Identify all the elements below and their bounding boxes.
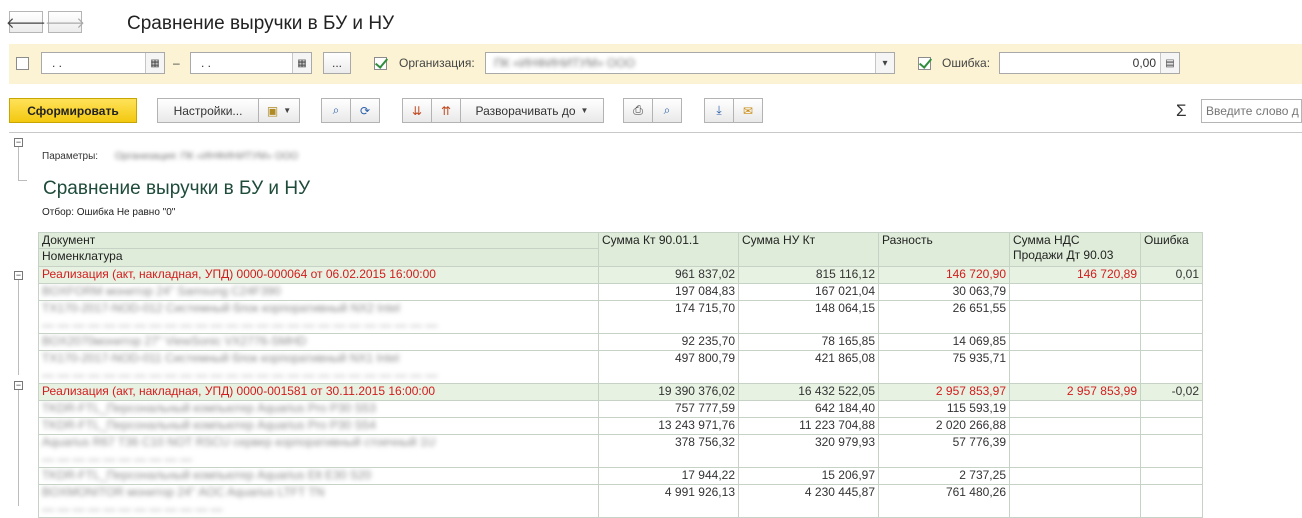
- group-document[interactable]: Реализация (акт, накладная, УПД) 0000-00…: [38, 383, 599, 401]
- preview-button[interactable]: ⌕: [652, 98, 682, 123]
- error-checkbox[interactable]: [918, 57, 931, 70]
- error-input[interactable]: 0,00 ▤: [999, 52, 1180, 74]
- report-selection: Отбор: Ошибка Не равно "0": [42, 207, 176, 218]
- chevron-down-icon: ▼: [283, 106, 292, 115]
- table-row[interactable]: TX170-2017-NOD-012 Системный блок корпор…: [38, 300, 1203, 334]
- period-to-input[interactable]: . . ▦: [190, 52, 312, 74]
- back-button[interactable]: 🡐: [5, 11, 47, 33]
- save-button[interactable]: ⤓: [704, 98, 734, 123]
- expand-to-button[interactable]: Разворачивать до ▼: [460, 98, 604, 123]
- period-select-button[interactable]: ...: [323, 52, 351, 74]
- organization-checkbox[interactable]: [374, 57, 387, 70]
- print-preview-icon: ⌕: [663, 103, 671, 117]
- forward-button[interactable]: 🡒: [44, 11, 86, 33]
- group-row[interactable]: Реализация (акт, накладная, УПД) 0000-00…: [38, 383, 1203, 401]
- search-input[interactable]: [1201, 99, 1302, 123]
- params-line: Параметры: Организация: ПК «ИНФИНИТУМ» О…: [42, 151, 299, 162]
- col-header-nu: Сумма НУ Кт: [738, 232, 879, 267]
- dropdown-icon[interactable]: ▾: [875, 53, 894, 73]
- collapse-icon: ⇊: [411, 103, 423, 118]
- download-icon: ⤓: [716, 103, 722, 117]
- group-toggle-icon[interactable]: −: [14, 381, 23, 390]
- period-checkbox[interactable]: [16, 57, 29, 70]
- settings-button[interactable]: Настройки...: [157, 98, 259, 123]
- table-row[interactable]: TKDR-FTL_Персональный компьютер Aquarius…: [38, 467, 1203, 485]
- period-dash: –: [173, 56, 180, 70]
- col-header-vat: Сумма НДС Продажи Дт 90.03: [1009, 232, 1141, 267]
- find-next-button[interactable]: ⟳: [350, 98, 380, 123]
- period-from-input[interactable]: . . ▦: [41, 52, 165, 74]
- table-row[interactable]: BOXMONITOR монитор 24" AOC Aquarius LTFT…: [38, 484, 1203, 518]
- report-title: Сравнение выручки в БУ и НУ: [43, 178, 311, 199]
- send-email-button[interactable]: ✉: [733, 98, 763, 123]
- generate-button[interactable]: Сформировать: [9, 98, 137, 123]
- expand-button[interactable]: ⇈: [431, 98, 461, 123]
- error-label: Ошибка:: [942, 56, 991, 70]
- table-row[interactable]: TKDR-FTL_Персональный компьютер Aquarius…: [38, 417, 1203, 435]
- col-header-diff: Разность: [878, 232, 1010, 267]
- variant-button[interactable]: ▣ ▼: [258, 98, 300, 123]
- window-title: Сравнение выручки в БУ и НУ: [127, 13, 395, 34]
- table-row[interactable]: BOX2070монитор 27" ViewSonic VX2776-SMHD…: [38, 333, 1203, 351]
- chevron-down-icon: ▼: [580, 106, 589, 115]
- col-header-kt: Сумма Кт 90.01.1: [598, 232, 739, 267]
- arrow-left-icon: 🡐: [5, 14, 47, 32]
- arrow-right-icon: 🡒: [44, 14, 86, 32]
- col-header-error: Ошибка: [1140, 232, 1203, 267]
- report-area: − Параметры: Организация: ПК «ИНФИНИТУМ»…: [9, 132, 1302, 518]
- calendar-icon[interactable]: ▦: [145, 53, 164, 73]
- table-row[interactable]: BOXFORM монитор 24" Samsung C24F390 197 …: [38, 283, 1203, 301]
- group-toggle-icon[interactable]: −: [14, 271, 23, 280]
- expand-icon: ⇈: [440, 103, 452, 118]
- calendar-icon[interactable]: ▦: [292, 53, 311, 73]
- envelope-icon: ✉: [742, 103, 754, 118]
- table-row[interactable]: TKDR-FTL_Персональный компьютер Aquarius…: [38, 400, 1203, 418]
- organization-input[interactable]: ПК «ИНФИНИТУМ» ООО ▾: [485, 52, 895, 74]
- table-row[interactable]: TX170-2017-NOD-011 Системный блок корпор…: [38, 350, 1203, 384]
- search-next-icon: ⟳: [359, 103, 371, 118]
- collapse-button[interactable]: ⇊: [402, 98, 432, 123]
- print-button[interactable]: ⎙: [623, 98, 653, 123]
- printer-icon: ⎙: [633, 103, 643, 117]
- table-row[interactable]: Aquarius R67 T36 C10 NOT RSCU сервер кор…: [38, 434, 1203, 468]
- report-table: Документ Номенклатура Сумма Кт 90.01.1 Су…: [38, 232, 1203, 518]
- col-header-doc: Документ Номенклатура: [38, 232, 599, 267]
- search-icon: ⌕: [332, 103, 340, 117]
- group-row[interactable]: Реализация (акт, накладная, УПД) 0000-00…: [38, 266, 1203, 284]
- sum-icon[interactable]: Σ: [1176, 101, 1187, 121]
- organization-label: Организация:: [399, 56, 475, 70]
- report-variant-icon: ▣: [266, 103, 279, 118]
- find-button[interactable]: ⌕: [321, 98, 351, 123]
- group-document[interactable]: Реализация (акт, накладная, УПД) 0000-00…: [38, 266, 599, 284]
- calculator-icon[interactable]: ▤: [1160, 53, 1179, 73]
- collapse-params-icon[interactable]: −: [14, 138, 23, 147]
